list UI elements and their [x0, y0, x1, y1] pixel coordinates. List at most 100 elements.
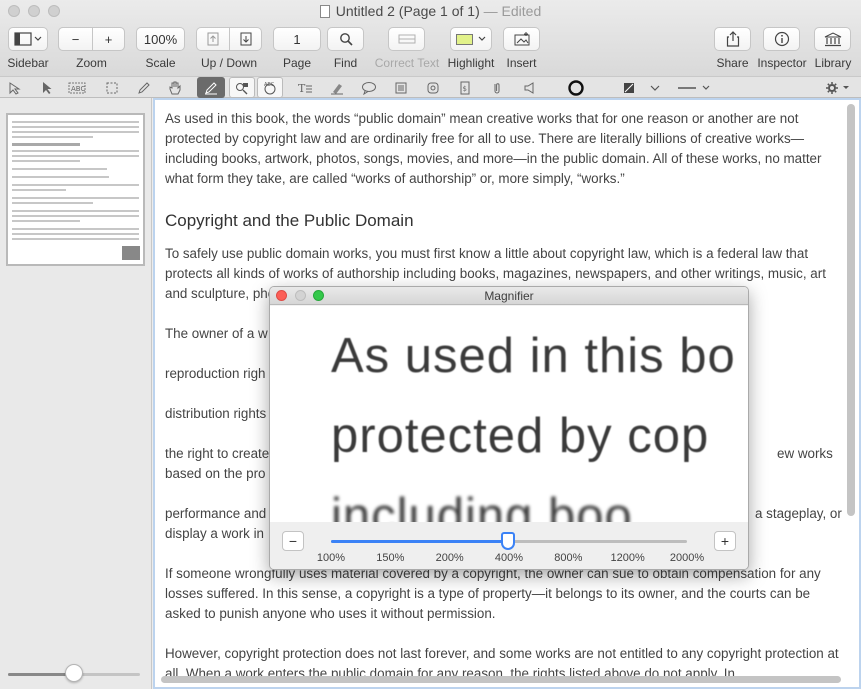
- note-icon[interactable]: [390, 77, 412, 98]
- line-style-icon[interactable]: [676, 77, 714, 98]
- inspector-button[interactable]: [763, 27, 800, 51]
- page-label: Page: [282, 56, 312, 70]
- svg-text:T: T: [298, 82, 306, 95]
- paragraph: If someone wrongfully uses material cove…: [165, 564, 845, 624]
- scale-field[interactable]: 100%: [136, 27, 185, 51]
- magnification-tick-label: 2000%: [669, 552, 705, 564]
- text-select-icon[interactable]: ABC: [66, 77, 88, 98]
- paragraph-fragment: display a work in: [165, 526, 264, 541]
- page-up-icon: [207, 32, 219, 46]
- arrow-icon[interactable]: [36, 77, 58, 98]
- share-label: Share: [716, 56, 749, 70]
- rect-select-icon[interactable]: [101, 77, 123, 98]
- page-thumbnail[interactable]: [6, 113, 145, 266]
- magnifier-controls: − 100% 150% 200% 400% 800% 1200% 2000% +: [270, 522, 748, 569]
- magnifier-close-button[interactable]: [276, 290, 287, 301]
- highlight-label: Highlight: [447, 56, 495, 70]
- magnifier-title: Magnifier: [484, 289, 534, 303]
- magnification-tick-label: 100%: [316, 552, 346, 564]
- svg-text:ABC: ABC: [264, 82, 275, 88]
- thumbnail-selection-marker: [122, 246, 140, 260]
- zoom-in-button[interactable]: +: [92, 27, 125, 51]
- info-icon: [774, 31, 789, 47]
- stamp-icon[interactable]: $: [454, 77, 476, 98]
- svg-text:$: $: [463, 85, 467, 93]
- search-icon: [339, 33, 353, 46]
- window-title: Untitled 2 (Page 1 of 1) — Edited: [0, 3, 861, 19]
- magnification-tick-label: 1200%: [610, 552, 645, 564]
- paragraph-fragment: losses suffered. In this sense, a copyri…: [165, 586, 811, 621]
- chevron-down-icon: [478, 36, 486, 41]
- paragraph-fragment: a stageplay, or: [755, 506, 842, 521]
- thumbnail-sidebar: [0, 98, 152, 689]
- magnifier-zoom-button[interactable]: [313, 290, 324, 301]
- sidebar-button[interactable]: [8, 27, 48, 51]
- draw-pen-icon[interactable]: [197, 77, 225, 98]
- pdf-window: Untitled 2 (Page 1 of 1) — Edited Sideba…: [0, 0, 861, 689]
- shape-search-icon[interactable]: [229, 77, 255, 98]
- gear-icon[interactable]: [824, 77, 852, 98]
- insert-image-icon: [514, 32, 529, 46]
- library-label: Library: [814, 56, 852, 70]
- thumbnail-size-slider-knob[interactable]: [65, 664, 83, 682]
- horizontal-scrollbar[interactable]: [161, 676, 841, 683]
- sound-icon[interactable]: [519, 77, 541, 98]
- magnifier-panel: Magnifier As used in this bo protected b…: [269, 286, 749, 570]
- paragraph-fragment: ew works: [777, 446, 833, 461]
- magnify-increase-button[interactable]: +: [714, 531, 736, 551]
- sidebar-icon: [14, 32, 42, 46]
- vertical-scrollbar[interactable]: [847, 104, 855, 516]
- library-icon: [824, 31, 841, 46]
- inspector-label: Inspector: [757, 56, 807, 70]
- shapes-icon[interactable]: [422, 77, 444, 98]
- document-icon: [319, 5, 330, 18]
- ocr-icon[interactable]: ABC: [257, 77, 283, 98]
- zoom-out-button[interactable]: −: [58, 27, 92, 51]
- highlighter-icon[interactable]: [326, 77, 348, 98]
- page-down-button[interactable]: [229, 27, 262, 51]
- sidebar-label: Sidebar: [7, 56, 49, 70]
- highlight-swatch-icon: [456, 33, 473, 45]
- section-heading: Copyright and the Public Domain: [165, 211, 414, 230]
- speech-bubble-icon[interactable]: [358, 77, 380, 98]
- magnification-tick-label: 400%: [494, 552, 524, 564]
- paragraph-fragment: based on the pro: [165, 466, 266, 481]
- correct-text-icon: [398, 34, 415, 44]
- magnification-slider-knob[interactable]: [501, 532, 515, 550]
- share-button[interactable]: [714, 27, 751, 51]
- magnify-decrease-button[interactable]: −: [282, 531, 304, 551]
- magnified-view: As used in this bo protected by cop incl…: [270, 306, 748, 522]
- pen-icon[interactable]: [133, 77, 155, 98]
- correct-text-label: Correct Text: [374, 56, 440, 70]
- highlight-button[interactable]: [450, 27, 492, 51]
- titlebar-toolbar: Untitled 2 (Page 1 of 1) — Edited Sideba…: [0, 0, 861, 76]
- magnification-tick-label: 200%: [435, 552, 464, 564]
- share-icon: [726, 31, 739, 47]
- find-button[interactable]: [327, 27, 364, 51]
- page-down-icon: [240, 32, 251, 46]
- zoom-label: Zoom: [76, 56, 107, 70]
- magnified-text-line: protected by cop: [331, 409, 710, 463]
- magnifier-minimize-button[interactable]: [295, 290, 306, 301]
- text-box-icon[interactable]: T: [294, 77, 316, 98]
- fill-color-dropdown[interactable]: [644, 77, 666, 98]
- fill-color-icon[interactable]: [618, 77, 640, 98]
- magnification-tick-label: 800%: [554, 552, 583, 564]
- stroke-color-icon[interactable]: [565, 77, 587, 98]
- correct-text-button[interactable]: [388, 27, 425, 51]
- markup-toolbar: ABC ABC T $: [0, 76, 861, 98]
- page-number-field[interactable]: 1: [273, 27, 321, 51]
- svg-text:ABC: ABC: [71, 85, 85, 93]
- magnified-text-line: including boo: [331, 489, 633, 522]
- magnification-tick-label: 150%: [376, 552, 405, 564]
- hand-icon[interactable]: [164, 77, 186, 98]
- paragraph-fragment: the right to create: [165, 446, 270, 461]
- attachment-icon[interactable]: [486, 77, 508, 98]
- updown-label: Up / Down: [200, 56, 258, 70]
- select-pointer-icon[interactable]: [4, 77, 26, 98]
- insert-button[interactable]: [503, 27, 540, 51]
- magnifier-titlebar[interactable]: Magnifier: [270, 287, 748, 305]
- page-up-button[interactable]: [196, 27, 229, 51]
- library-button[interactable]: [814, 27, 851, 51]
- find-label: Find: [333, 56, 358, 70]
